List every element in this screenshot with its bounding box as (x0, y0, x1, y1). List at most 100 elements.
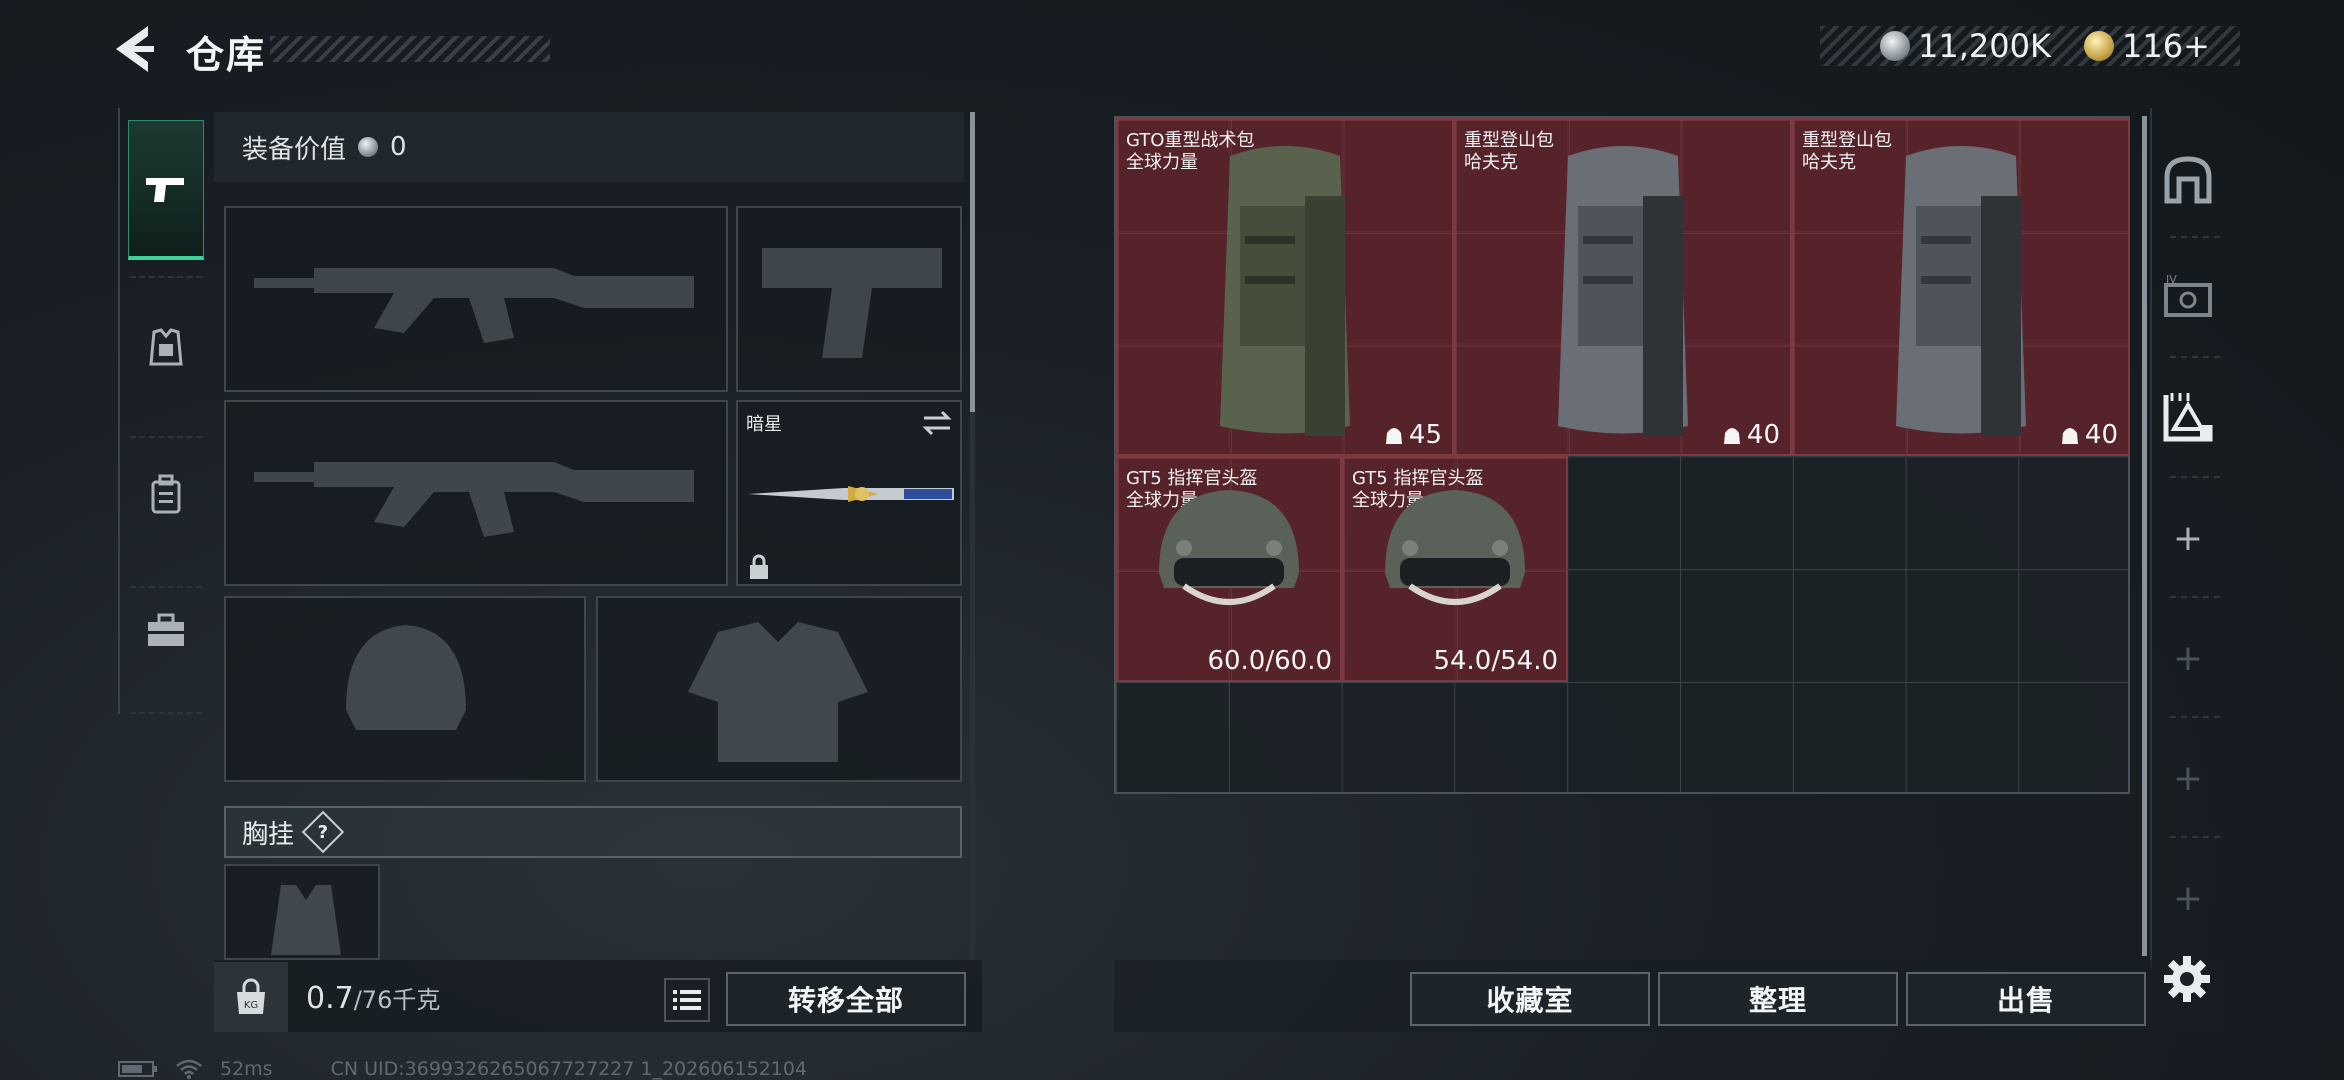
tab-supplies[interactable] (128, 560, 204, 700)
gold-currency[interactable]: 116+ (2084, 27, 2210, 65)
weight-value: 0.7 (306, 981, 354, 1016)
loadout-scrollbar-thumb[interactable] (970, 112, 975, 412)
capacity-icon (2061, 428, 2078, 444)
equipment-value-bar: 装备价值 0 (214, 112, 964, 182)
stash-item-backpack[interactable]: GTO重型战术包 全球力量 45 (1116, 118, 1454, 456)
stash-tab-1[interactable] (2150, 130, 2226, 230)
stash-item-helmet[interactable]: GT5 指挥官头盔 全球力量 60.0/60.0 (1116, 456, 1342, 682)
pistol-silhouette-icon (762, 248, 942, 358)
stash-grid[interactable]: GTO重型战术包 全球力量 45 重型登山包 哈夫克 40 重型登山包 哈夫克 … (1114, 116, 2130, 794)
tab-divider (2170, 236, 2220, 238)
weight-lock-button[interactable]: KG (214, 962, 288, 1032)
plus-icon: + (2172, 637, 2204, 679)
tab-divider (2170, 356, 2220, 358)
expanded-stash-icon (2163, 393, 2213, 442)
svg-text:KG: KG (244, 1000, 258, 1011)
item-brand: 全球力量 (1126, 152, 1198, 173)
silver-coin-icon (358, 137, 379, 157)
capacity-icon (1385, 428, 1402, 444)
locked-stash-tab[interactable]: + (2150, 730, 2226, 826)
stash-tab-2[interactable]: IV (2150, 246, 2226, 346)
helmet-silhouette-icon (346, 625, 466, 730)
toolbox-icon (148, 613, 184, 646)
safe-box-icon: IV (2164, 273, 2212, 317)
tab-divider (2170, 596, 2220, 598)
item-brand: 哈夫克 (1802, 152, 1856, 173)
item-durability: 60.0/60.0 (1207, 646, 1332, 676)
uid-readout: CN UID:3699326265067727227 1_20260615210… (330, 1058, 808, 1080)
organize-button[interactable]: 整理 (1658, 972, 1898, 1026)
stash-item-backpack[interactable]: 重型登山包 哈夫克 40 (1454, 118, 1792, 456)
tab-divider (2170, 836, 2220, 838)
lock-icon (750, 554, 768, 579)
body-armor-slot[interactable] (596, 596, 962, 782)
tab-armor[interactable] (128, 278, 204, 418)
silver-currency[interactable]: 11,200K (1880, 27, 2051, 65)
ping-readout: 52ms (220, 1058, 273, 1080)
list-icon (673, 990, 701, 1010)
back-button[interactable] (112, 22, 162, 76)
status-line: 52ms CN UID:3699326265067727227 1_202606… (118, 1058, 807, 1080)
stash-scrollbar[interactable] (2142, 116, 2147, 956)
stash-item-helmet[interactable]: GT5 指挥官头盔 全球力量 54.0/54.0 (1342, 456, 1568, 682)
backpack-image-icon (1220, 146, 1350, 436)
add-stash-tab-button[interactable]: + (2150, 490, 2226, 586)
category-tabs (118, 108, 210, 714)
silver-coin-icon (1880, 31, 1910, 61)
item-durability: 54.0/54.0 (1433, 646, 1558, 676)
tab-backpack[interactable] (128, 424, 204, 564)
tab-divider (130, 712, 202, 714)
backpack-image-icon (1558, 146, 1688, 436)
primary-weapon-slot[interactable] (224, 206, 728, 392)
equip-value-label: 装备价值 (242, 134, 347, 165)
primary-weapon-slot-2[interactable] (224, 400, 728, 586)
pistol-icon (146, 177, 184, 202)
title-decoration (270, 36, 550, 62)
back-chevron-icon (116, 26, 154, 72)
transfer-all-button[interactable]: 转移全部 (726, 972, 966, 1026)
knife-icon (748, 486, 954, 502)
capacity-icon (1723, 428, 1740, 444)
stash-item-backpack[interactable]: 重型登山包 哈夫克 40 (1792, 118, 2130, 456)
equip-value-amount: 0 (390, 132, 407, 162)
list-view-button[interactable] (664, 978, 710, 1022)
item-brand: 哈夫克 (1464, 152, 1518, 173)
chest-rig-label: 胸挂 (242, 819, 295, 850)
plus-icon: + (2172, 517, 2204, 559)
battery-icon (118, 1061, 157, 1077)
svg-text:IV: IV (2166, 273, 2177, 286)
vest-silhouette-icon (688, 622, 868, 762)
rifle-silhouette-icon (254, 268, 694, 343)
chest-rig-slot[interactable] (224, 864, 380, 960)
item-capacity: 40 (1723, 420, 1780, 450)
tab-divider (2170, 476, 2220, 478)
melee-name: 暗星 (746, 414, 782, 435)
settings-button[interactable] (2162, 954, 2212, 1004)
tab-divider (2170, 716, 2220, 718)
chest-rig-silhouette-icon (271, 885, 341, 955)
collection-room-button[interactable]: 收藏室 (1410, 972, 1650, 1026)
locked-stash-tab[interactable]: + (2150, 610, 2226, 706)
item-capacity: 45 (1385, 420, 1442, 450)
secondary-weapon-slot[interactable] (736, 206, 962, 392)
silver-amount: 11,200K (1918, 27, 2051, 65)
swap-icon[interactable] (922, 410, 952, 436)
stash-tab-3-active[interactable] (2150, 366, 2226, 466)
locked-stash-tab[interactable]: + (2150, 850, 2226, 946)
weight-readout: 0.7/76千克 (306, 980, 440, 1016)
helmet-image-icon (1159, 490, 1299, 605)
vault-icon (2164, 156, 2212, 204)
chest-rig-header: 胸挂 ? (224, 806, 962, 858)
wifi-icon (176, 1059, 202, 1079)
plus-icon: + (2172, 757, 2204, 799)
melee-slot[interactable]: 暗星 (736, 400, 962, 586)
tab-weapons[interactable] (128, 120, 204, 260)
helmet-slot[interactable] (224, 596, 586, 782)
vest-icon (149, 328, 183, 366)
item-capacity: 40 (2061, 420, 2118, 450)
backpack-icon (151, 474, 181, 514)
help-icon[interactable]: ? (301, 810, 345, 854)
sell-button[interactable]: 出售 (1906, 972, 2146, 1026)
backpack-image-icon (1896, 146, 2026, 436)
gear-icon (2164, 956, 2210, 1002)
